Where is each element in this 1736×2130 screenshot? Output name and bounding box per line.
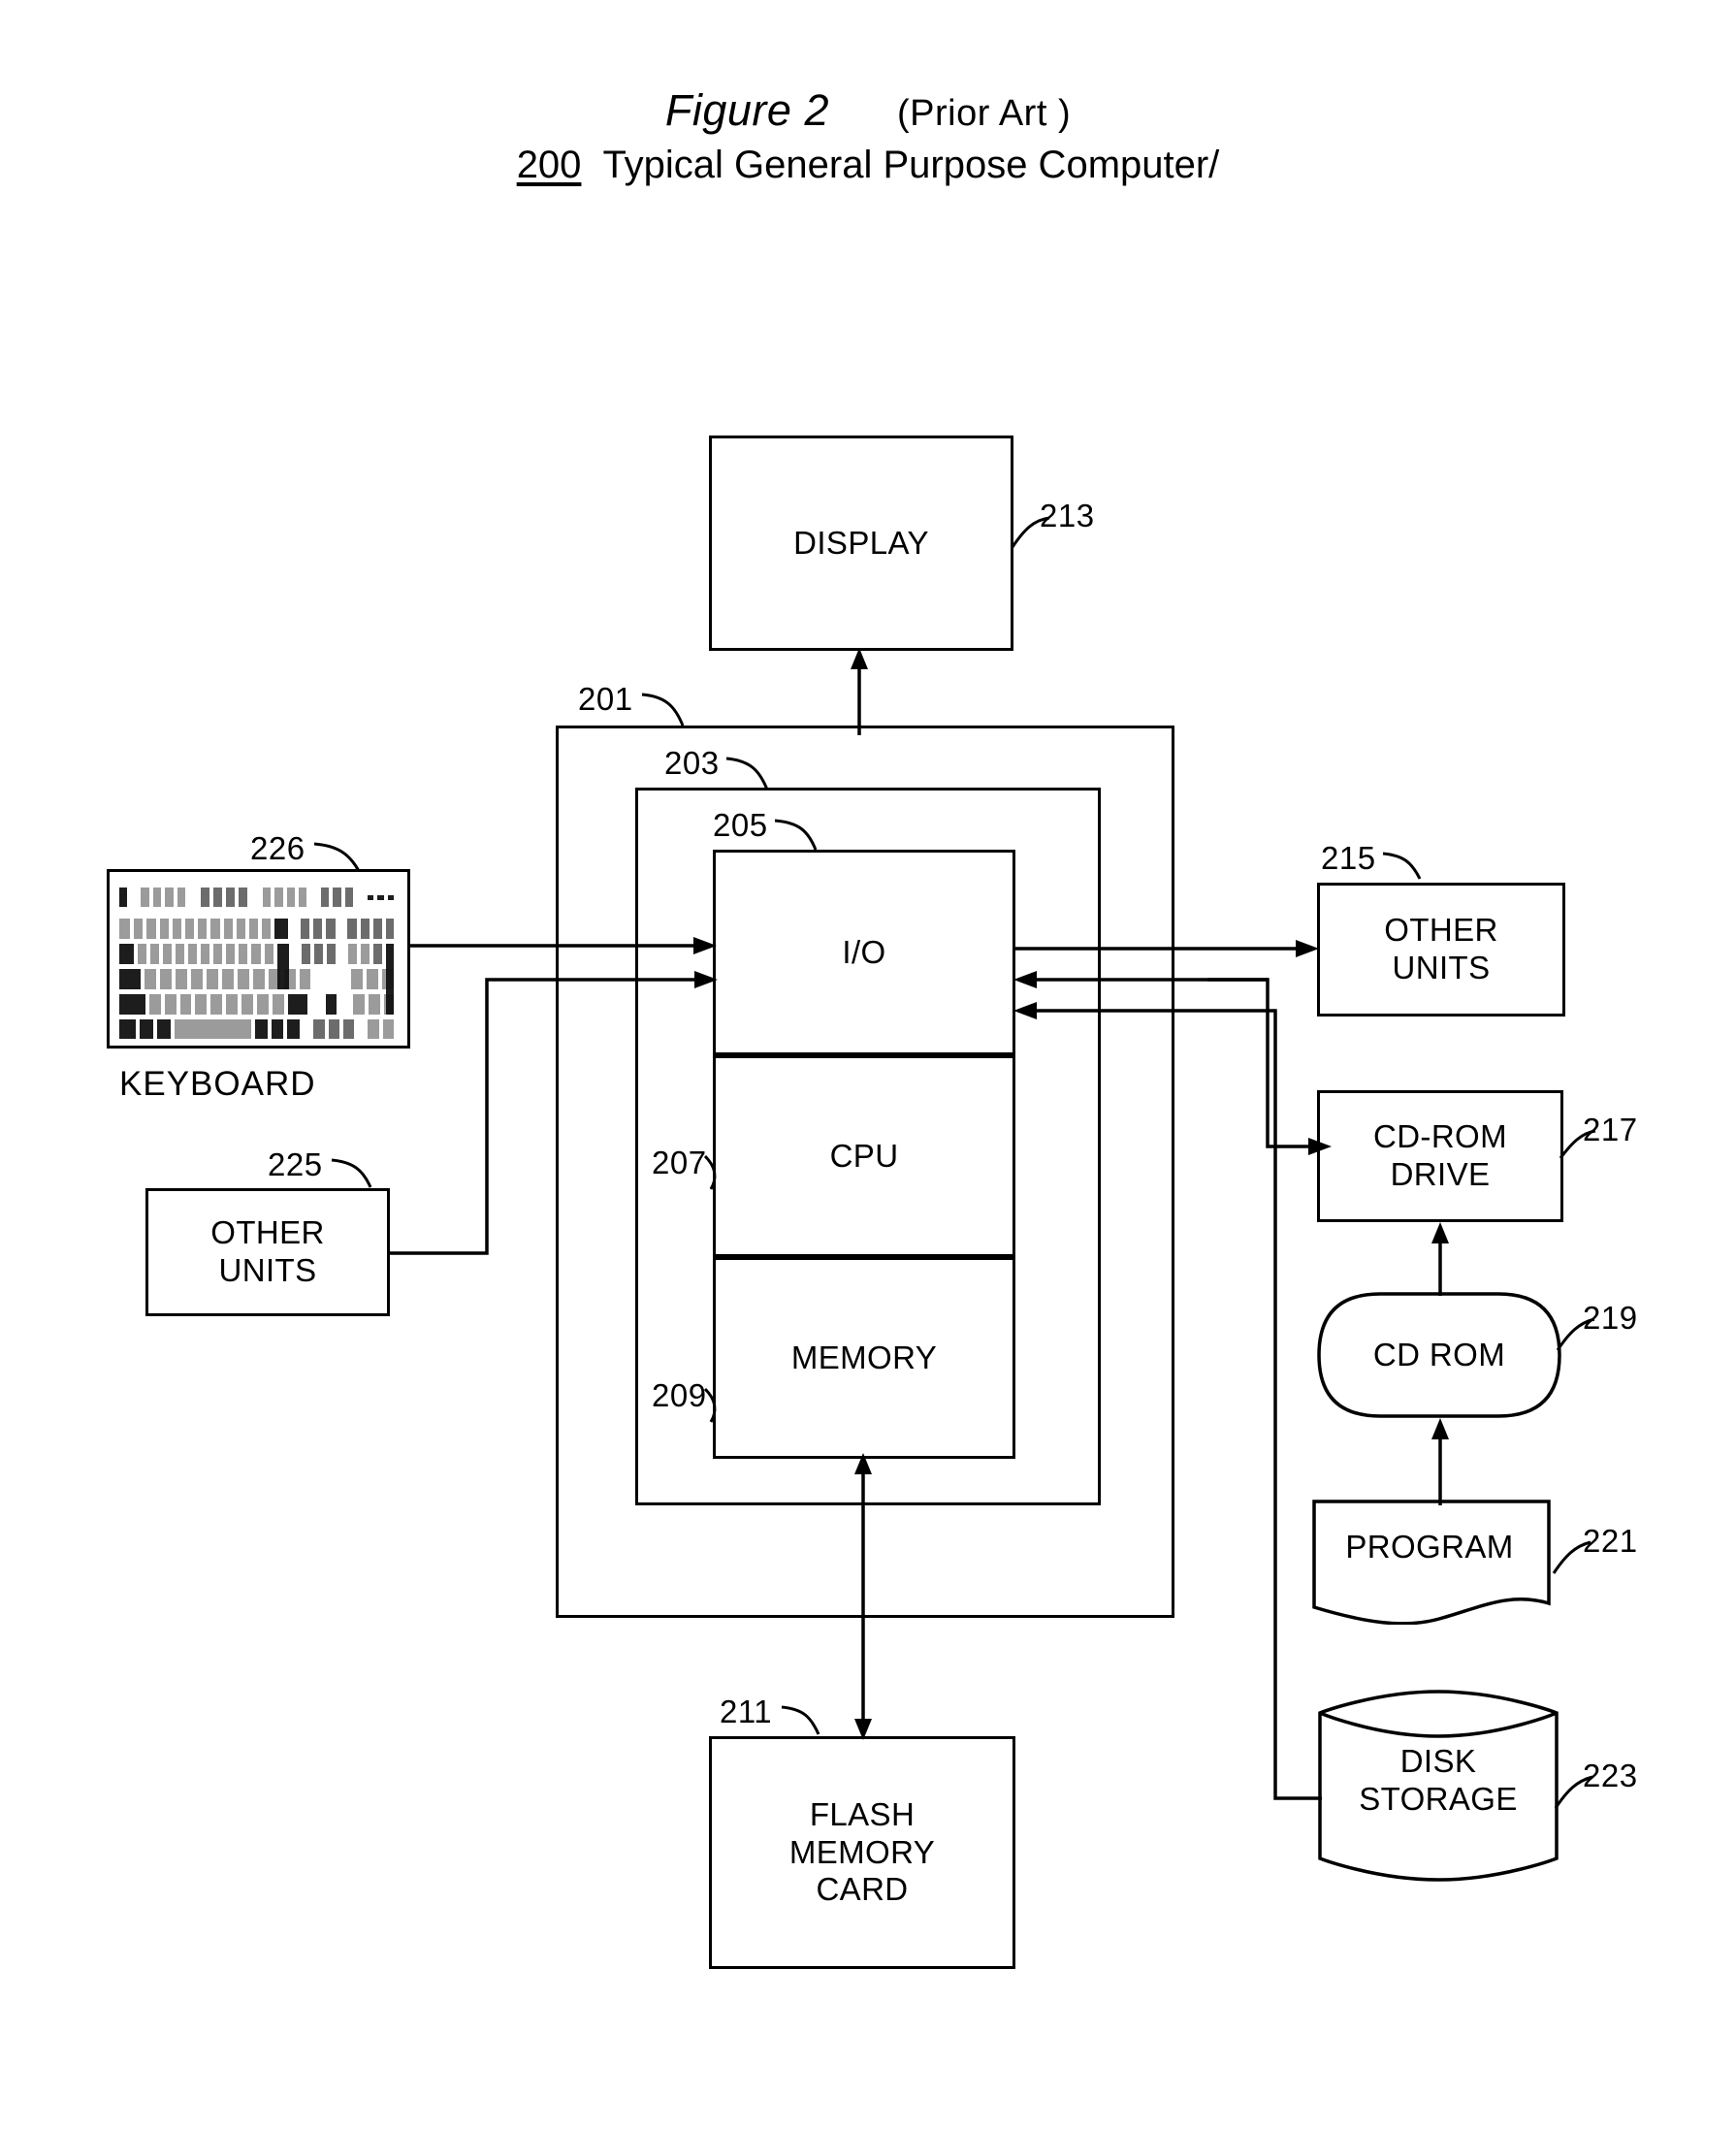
wire-cdrom-to-cdrom-drive [1431, 1222, 1449, 1296]
ref-209: 209 [652, 1377, 707, 1413]
figure-ref-200: 200 [516, 144, 582, 186]
wire-io-to-display [851, 648, 868, 735]
other-units-right-line2: UNITS [1392, 950, 1491, 985]
cpu-label: CPU [829, 1137, 899, 1174]
other-units-right-block: OTHER UNITS [1317, 883, 1565, 1017]
ref-226: 226 [250, 830, 305, 866]
program-label: PROGRAM [1345, 1528, 1514, 1565]
ref-217: 217 [1583, 1112, 1638, 1147]
ref-213: 213 [1040, 498, 1095, 533]
cdrom-drive-line2: DRIVE [1390, 1156, 1491, 1192]
patent-figure-page: Figure 2 (Prior Art ) 200 Typical General … [0, 0, 1736, 2130]
keyboard-keys [119, 888, 398, 1039]
other-units-left-line2: UNITS [218, 1252, 317, 1288]
ref-203: 203 [664, 745, 720, 781]
flash-card-line1: FLASH [809, 1795, 916, 1832]
ref-219: 219 [1583, 1300, 1638, 1336]
display-block: DISPLAY [709, 436, 1013, 651]
disk-storage-line1: DISK [1399, 1743, 1477, 1780]
flash-memory-card-block: FLASH MEMORY CARD [709, 1736, 1015, 1969]
flash-card-line3: CARD [816, 1871, 909, 1908]
ref-205: 205 [713, 807, 768, 843]
prior-art-note: (Prior Art ) [896, 93, 1072, 134]
memory-block: MEMORY [713, 1257, 1015, 1459]
keyboard-image [107, 869, 410, 1049]
ref-215: 215 [1321, 840, 1376, 876]
figure-subtitle-row: 200 Typical General Purpose Computer/ [0, 144, 1736, 187]
other-units-right-line1: OTHER [1384, 912, 1498, 949]
disk-storage-label: DISK STORAGE [1317, 1713, 1559, 1849]
keyboard-caption: KEYBOARD [119, 1065, 316, 1103]
other-units-left-block: OTHER UNITS [145, 1188, 390, 1316]
display-label: DISPLAY [793, 524, 929, 561]
ref-207: 207 [652, 1145, 707, 1180]
ref-211: 211 [720, 1694, 773, 1729]
wire-other-units-right-down-to-cdrom-drive [1207, 978, 1332, 1155]
ref-225: 225 [268, 1146, 323, 1182]
cdrom-drive-line1: CD-ROM [1372, 1118, 1508, 1155]
wire-program-to-cdrom [1431, 1418, 1449, 1505]
figure-label: Figure 2 [664, 85, 829, 135]
cdrom-label: CD ROM [1372, 1336, 1506, 1372]
io-block: I/O [713, 850, 1015, 1055]
ref-221: 221 [1583, 1523, 1638, 1559]
io-label: I/O [842, 933, 886, 970]
cpu-block: CPU [713, 1055, 1015, 1257]
ref-201: 201 [578, 681, 633, 717]
figure-title-row: Figure 2 (Prior Art ) [0, 85, 1736, 136]
ref-223: 223 [1583, 1758, 1638, 1793]
memory-label: MEMORY [790, 1339, 938, 1375]
figure-subtitle: Typical General Purpose Computer/ [602, 144, 1220, 186]
other-units-left-line1: OTHER [210, 1214, 325, 1251]
flash-card-line2: MEMORY [788, 1833, 936, 1870]
cdrom-drive-block: CD-ROM DRIVE [1317, 1090, 1563, 1222]
disk-storage-line2: STORAGE [1359, 1781, 1518, 1817]
